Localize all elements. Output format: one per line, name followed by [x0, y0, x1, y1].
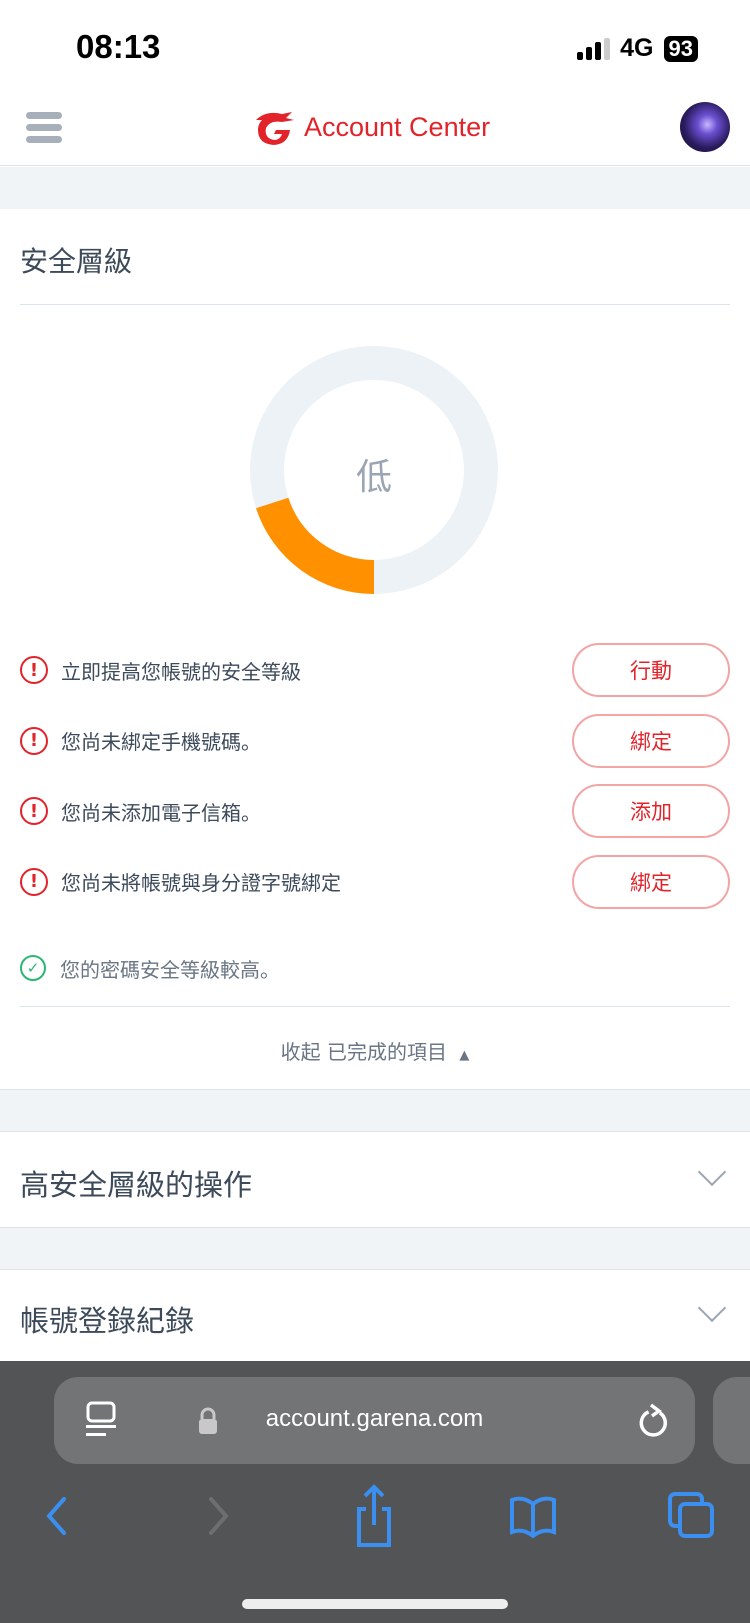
security-item-text: 立即提高您帳號的安全等級	[61, 659, 301, 684]
battery-icon: 93	[663, 35, 698, 62]
completed-item: ✓ 您的密碼安全等級較高。	[20, 940, 730, 996]
collapse-label: 收起 已完成的項目	[280, 1040, 447, 1064]
check-circle-icon: ✓	[20, 955, 46, 981]
security-title: 安全層級	[20, 245, 133, 278]
security-action-button[interactable]: 綁定	[572, 854, 730, 909]
app-header: Account Center	[0, 90, 750, 166]
spacer-band	[0, 1089, 750, 1132]
security-item-text: 您尚未添加電子信箱。	[61, 800, 261, 825]
browser-toolbar: account.garena.com	[0, 1361, 750, 1623]
security-action-button[interactable]: 綁定	[572, 713, 730, 768]
reload-icon[interactable]	[637, 1401, 671, 1441]
status-time: 08:13	[76, 28, 161, 65]
security-action-button[interactable]: 行動	[572, 643, 730, 697]
share-icon[interactable]	[349, 1483, 399, 1549]
security-item-text: 您尚未將帳號與身分證字號綁定	[61, 871, 341, 895]
divider	[20, 1006, 730, 1007]
alert-icon: !	[20, 656, 48, 684]
triangle-up-icon: ▲	[459, 1048, 470, 1063]
page-title: Account Center	[304, 111, 491, 142]
security-item: ! 您尚未將帳號與身分證字號綁定 綁定	[20, 854, 730, 910]
status-indicators: 4G 93	[577, 34, 698, 63]
security-item: ! 您尚未綁定手機號碼。 綁定	[20, 713, 730, 769]
spacer-band	[0, 167, 750, 209]
logo[interactable]: Account Center	[252, 108, 490, 146]
signal-icon	[577, 37, 611, 60]
forward-icon[interactable]	[194, 1491, 244, 1541]
address-bar[interactable]: account.garena.com	[54, 1377, 695, 1464]
collapse-completed-toggle[interactable]: 收起 已完成的項目 ▲	[0, 1036, 750, 1065]
alert-icon: !	[20, 726, 48, 755]
garena-logo-icon	[256, 112, 294, 145]
security-action-button[interactable]: 添加	[572, 784, 730, 838]
security-item: ! 立即提高您帳號的安全等級 行動	[20, 642, 730, 698]
section-login-history[interactable]: 帳號登錄紀錄	[0, 1270, 750, 1361]
spacer-band	[0, 1227, 750, 1270]
section-title: 帳號登錄紀錄	[20, 1304, 195, 1338]
security-level-label: 低	[355, 457, 392, 498]
chevron-down-icon	[697, 1293, 727, 1323]
tabs-icon[interactable]	[667, 1491, 717, 1541]
divider	[20, 304, 730, 305]
alert-icon: !	[20, 867, 48, 896]
completed-text: 您的密碼安全等級較高。	[60, 957, 280, 982]
chevron-down-icon	[697, 1157, 727, 1187]
home-indicator	[242, 1599, 508, 1609]
back-icon[interactable]	[31, 1491, 81, 1541]
avatar[interactable]	[680, 102, 730, 152]
security-item: ! 您尚未添加電子信箱。 添加	[20, 783, 730, 839]
section-title: 高安全層級的操作	[20, 1168, 253, 1202]
security-item-text: 您尚未綁定手機號碼。	[61, 730, 261, 754]
next-tab-preview[interactable]	[713, 1377, 750, 1464]
bookmarks-icon[interactable]	[508, 1491, 558, 1541]
network-label: 4G	[620, 34, 654, 62]
url-text: account.garena.com	[265, 1405, 484, 1432]
alert-icon: !	[20, 797, 48, 825]
section-high-security-ops[interactable]: 高安全層級的操作	[0, 1132, 750, 1227]
menu-icon[interactable]	[26, 112, 62, 148]
